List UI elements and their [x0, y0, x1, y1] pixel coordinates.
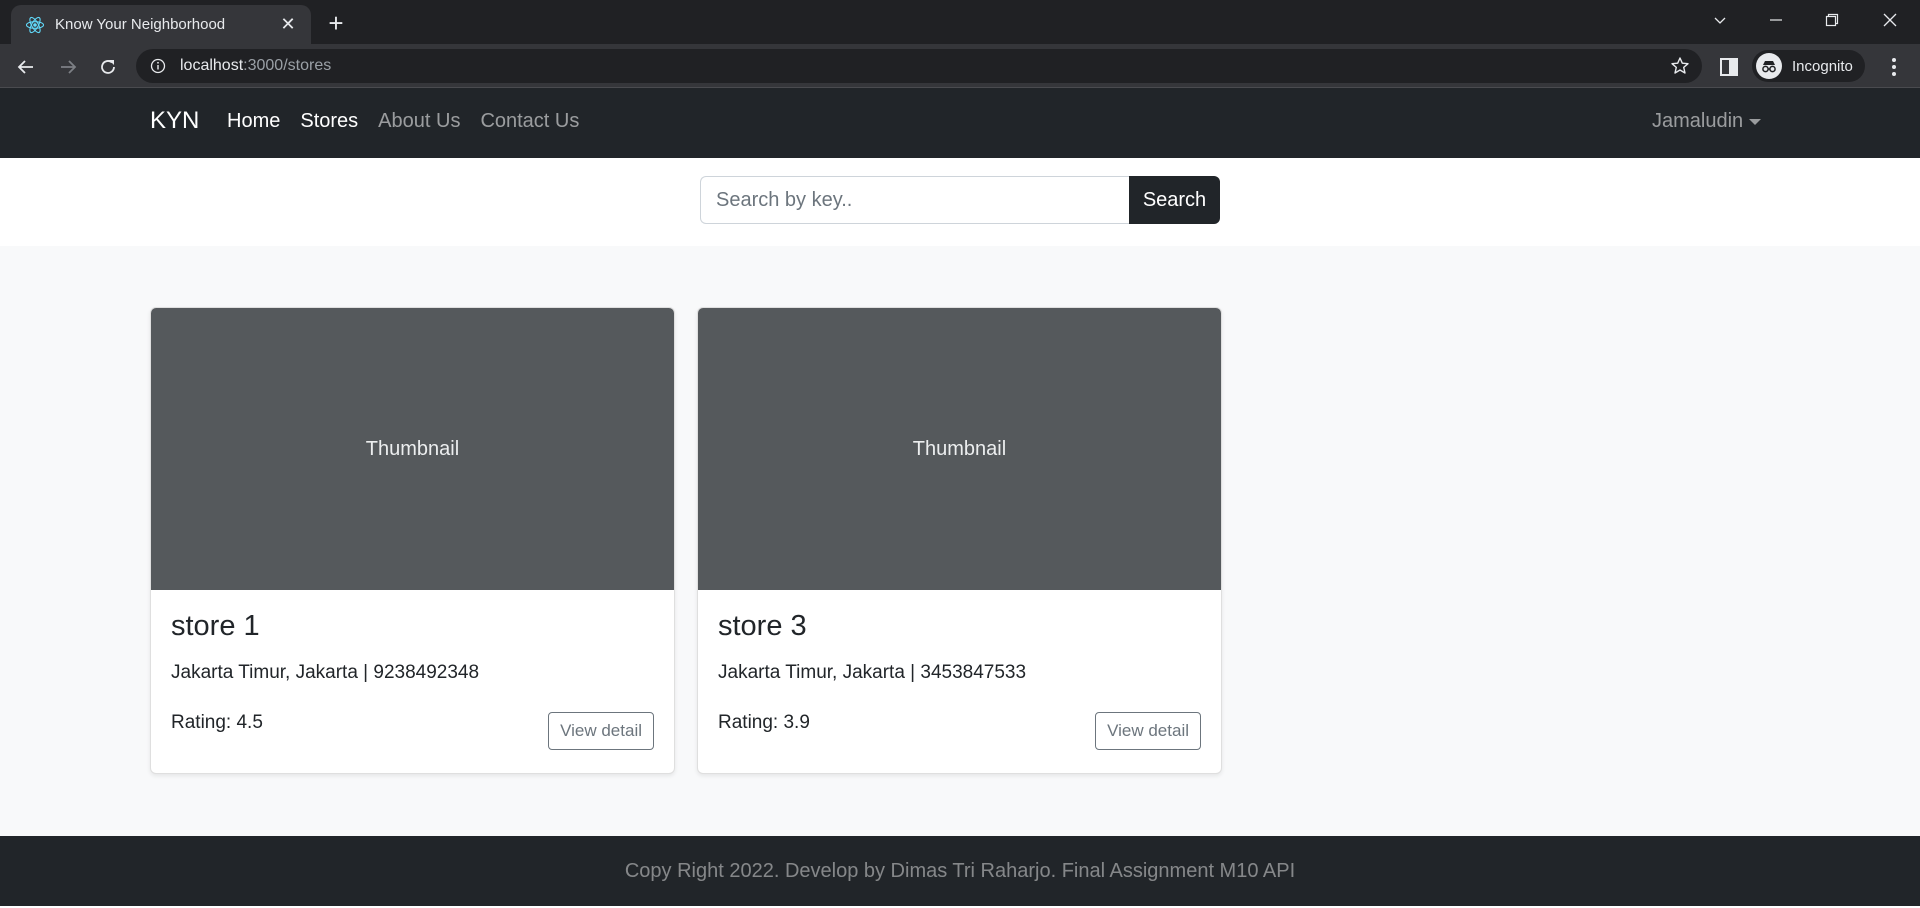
store-name: store 1 [171, 610, 260, 642]
incognito-label: Incognito [1792, 57, 1853, 75]
nav-link-home[interactable]: Home [227, 110, 280, 133]
store-rating: Rating: 4.5 [171, 712, 263, 733]
store-thumbnail: Thumbnail [698, 308, 1221, 590]
view-detail-button[interactable]: View detail [1095, 712, 1201, 750]
url-path: :3000/stores [243, 57, 332, 74]
store-card: Thumbnail store 3 Jakarta Timur, Jakarta… [697, 307, 1222, 774]
store-name: store 3 [718, 610, 807, 642]
back-arrow-icon[interactable] [12, 53, 40, 81]
card-body: store 1 Jakarta Timur, Jakarta | 9238492… [151, 590, 674, 773]
tab-title: Know Your Neighborhood [55, 16, 226, 33]
window-close-icon[interactable] [1870, 0, 1910, 40]
browser-menu-icon[interactable] [1884, 56, 1904, 78]
bookmark-star-icon[interactable] [1670, 56, 1690, 76]
user-dropdown[interactable]: Jamaludin [1652, 110, 1762, 133]
nav-link-stores[interactable]: Stores [300, 110, 358, 133]
reload-icon[interactable] [94, 53, 122, 81]
user-name: Jamaludin [1652, 110, 1744, 132]
store-thumbnail: Thumbnail [151, 308, 674, 590]
site-navbar: KYN Home Stores About Us Contact Us Jama… [0, 88, 1920, 158]
search-input[interactable] [700, 176, 1130, 224]
store-list: Thumbnail store 1 Jakarta Timur, Jakarta… [0, 246, 1920, 836]
brand-logo[interactable]: KYN [150, 107, 199, 135]
browser-toolbar: localhost:3000/stores Incognito [0, 44, 1920, 88]
store-address: Jakarta Timur, Jakarta | 3453847533 [718, 662, 1027, 683]
nav-link-about-us[interactable]: About Us [378, 110, 460, 133]
restore-icon[interactable] [1812, 0, 1852, 40]
tab-close-icon[interactable]: ✕ [277, 14, 299, 35]
incognito-badge[interactable]: Incognito [1752, 50, 1865, 82]
react-favicon-icon [25, 15, 45, 35]
thumbnail-label: Thumbnail [365, 437, 460, 460]
store-rating: Rating: 3.9 [718, 712, 810, 733]
incognito-icon [1756, 53, 1782, 79]
site-footer: Copy Right 2022. Develop by Dimas Tri Ra… [0, 836, 1920, 906]
address-bar[interactable]: localhost:3000/stores [136, 49, 1702, 83]
card-body: store 3 Jakarta Timur, Jakarta | 3453847… [698, 590, 1221, 773]
store-card: Thumbnail store 1 Jakarta Timur, Jakarta… [150, 307, 675, 774]
nav-links: Home Stores About Us Contact Us [227, 110, 579, 133]
browser-tab[interactable]: Know Your Neighborhood ✕ [11, 5, 311, 44]
new-tab-icon[interactable]: + [322, 10, 350, 38]
forward-arrow-icon[interactable] [54, 53, 82, 81]
minimize-icon[interactable] [1756, 0, 1796, 40]
nav-link-contact-us[interactable]: Contact Us [480, 110, 579, 133]
store-address: Jakarta Timur, Jakarta | 9238492348 [171, 662, 480, 683]
footer-text: Copy Right 2022. Develop by Dimas Tri Ra… [624, 859, 1296, 882]
view-detail-button[interactable]: View detail [548, 712, 654, 750]
search-button[interactable]: Search [1129, 176, 1220, 224]
search-section: Search [0, 158, 1920, 246]
site-info-icon[interactable] [150, 58, 166, 74]
tab-search-chevron-icon[interactable] [1700, 0, 1740, 40]
caret-down-icon [1749, 118, 1762, 125]
url-host: localhost [180, 57, 244, 74]
thumbnail-label: Thumbnail [912, 437, 1007, 460]
browser-tab-strip: Know Your Neighborhood ✕ + [0, 0, 1920, 44]
side-panel-icon[interactable] [1718, 56, 1740, 78]
